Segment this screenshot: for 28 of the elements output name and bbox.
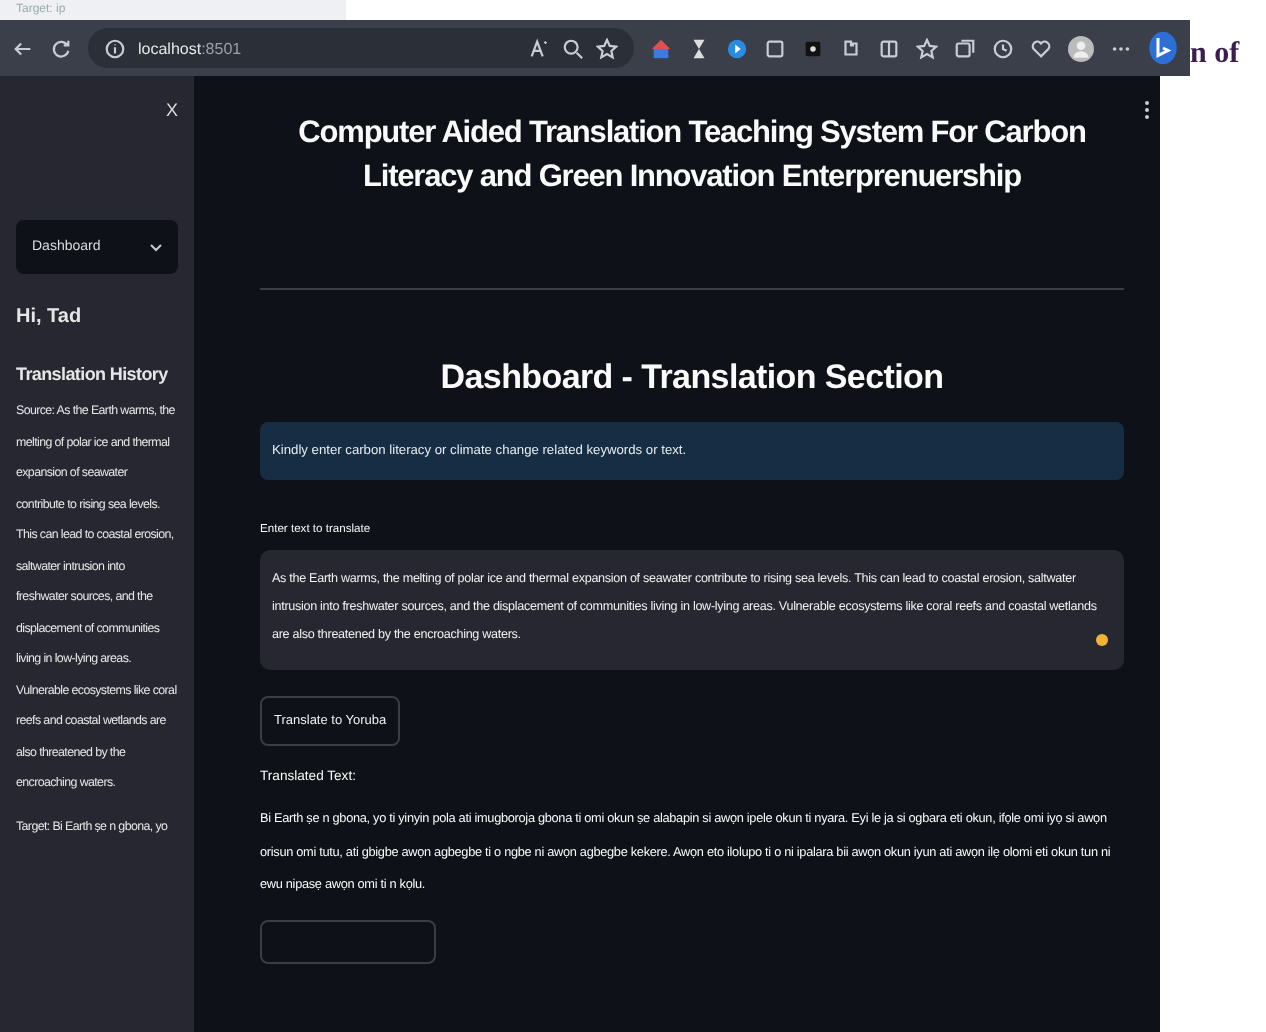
favorites-icon[interactable] [916, 37, 938, 59]
reload-icon[interactable] [50, 37, 72, 59]
address-bar[interactable]: localhost:8501 [88, 28, 634, 68]
close-button[interactable]: X [165, 100, 178, 120]
square-icon[interactable] [764, 37, 786, 59]
menu-icon[interactable] [1144, 100, 1150, 120]
history-icon[interactable] [992, 37, 1014, 59]
star-icon[interactable] [596, 37, 618, 59]
greeting-text: Hi, Tad [16, 306, 84, 328]
back-icon[interactable] [12, 37, 34, 59]
url-text: localhost:8501 [138, 39, 242, 57]
copilot-icon[interactable] [1148, 30, 1178, 66]
heart-icon[interactable] [1030, 37, 1052, 59]
heading-fragment: n of [1190, 36, 1240, 74]
avatar-icon[interactable] [1068, 35, 1094, 61]
app-title: Computer Aided Translation Teaching System For Carbon Literacy and Green Innovation Enterprenuership [296, 114, 1088, 198]
read-aloud-icon[interactable] [528, 37, 550, 59]
play-icon[interactable] [726, 37, 748, 59]
chevron-icon [150, 243, 162, 251]
zoom-icon[interactable] [562, 37, 584, 59]
info-icon[interactable] [104, 37, 126, 59]
grammar-icon[interactable] [1096, 634, 1108, 646]
section-title: Dashboard - Translation Section [438, 358, 946, 398]
hourglass-icon[interactable] [688, 37, 710, 59]
collections-icon[interactable] [954, 37, 976, 59]
history-title: Translation History [16, 364, 170, 384]
square-icon[interactable] [802, 37, 824, 59]
split-screen-icon[interactable] [878, 37, 900, 59]
